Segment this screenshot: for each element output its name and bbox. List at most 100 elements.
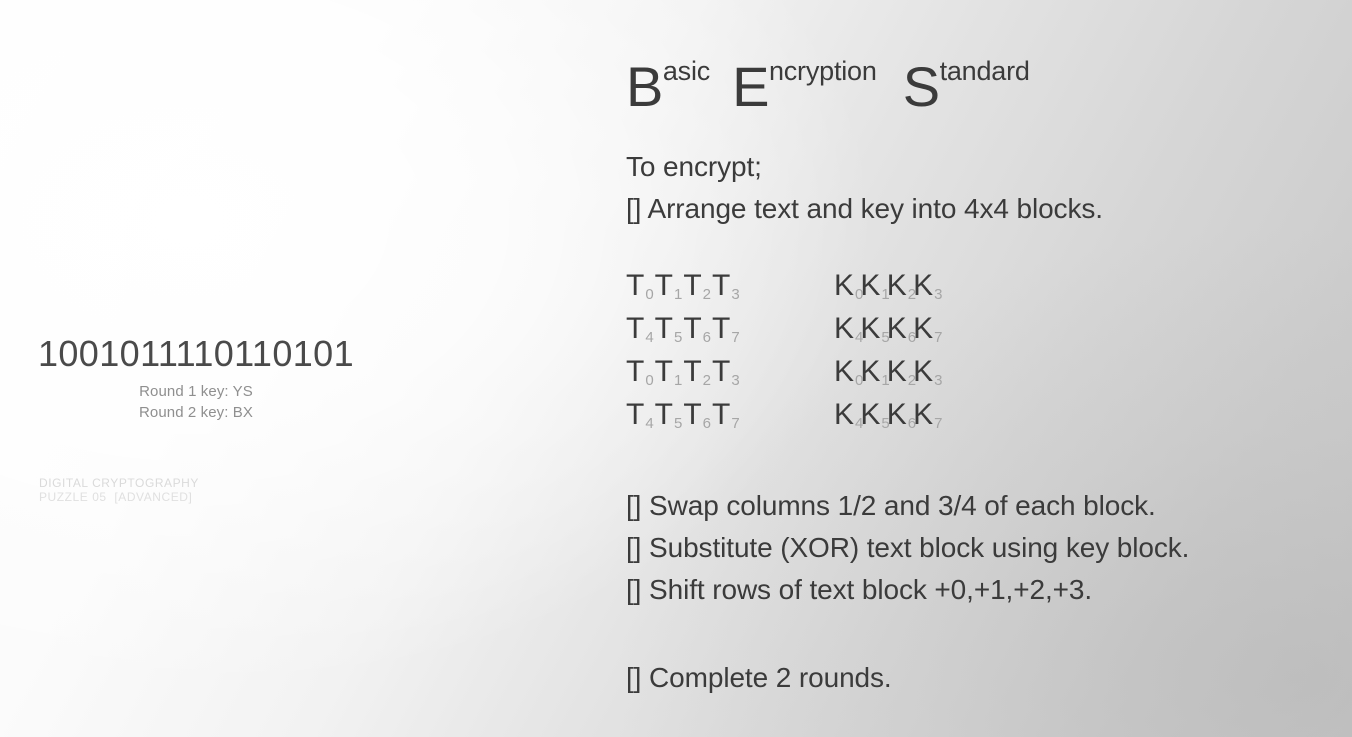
- text-block-cell: T5: [654, 311, 683, 352]
- footer-series-label: DIGITAL CRYPTOGRAPHY: [39, 476, 199, 490]
- text-block-symbol: T: [683, 398, 702, 431]
- text-block-symbol: T: [654, 269, 673, 302]
- text-block-subscript: 5: [674, 415, 683, 432]
- text-block-symbol: T: [683, 312, 702, 345]
- key-block-subscript: 5: [881, 415, 890, 432]
- cipher-text-value: 1001011110110101: [37, 333, 355, 374]
- key-block-symbol: K: [860, 312, 881, 345]
- cipher-panel: 1001011110110101 Round 1 key: YS Round 2…: [0, 335, 600, 423]
- text-block-cell: T4: [626, 397, 654, 438]
- key-block-cell: K1: [860, 354, 890, 395]
- title-suffix-ncryption: ncryption: [768, 56, 877, 87]
- key-block-cell: K5: [860, 311, 890, 352]
- key-block-symbol: K: [913, 269, 934, 302]
- key-block-cell: K7: [913, 397, 943, 438]
- text-block-subscript: 2: [702, 372, 712, 389]
- key-block-cell: K3: [913, 354, 942, 395]
- round-keys-list: Round 1 key: YS Round 2 key: BX: [0, 381, 600, 424]
- key-block-row: K4 K5 K6 K7: [834, 311, 1034, 352]
- key-block-row: K0 K1 K2 K3: [834, 354, 1034, 395]
- key-block-subscript: 6: [907, 329, 917, 346]
- key-block-cell: K5: [860, 397, 890, 438]
- text-block-subscript: 3: [731, 372, 740, 389]
- text-block-cell: T1: [654, 354, 683, 395]
- text-block-cell: T0: [626, 354, 654, 395]
- key-block-symbol: K: [860, 398, 881, 431]
- text-block-symbol: T: [654, 398, 673, 431]
- slide-stage: 1001011110110101 Round 1 key: YS Round 2…: [0, 0, 1352, 737]
- instructions-panel: Basic Encryption Standard To encrypt; [] A…: [626, 0, 1352, 737]
- key-block-subscript: 1: [881, 372, 890, 389]
- text-block-subscript: 0: [645, 372, 654, 389]
- text-block-symbol: T: [712, 269, 731, 302]
- key-block-subscript: 5: [881, 329, 890, 346]
- text-block-symbol: T: [626, 398, 645, 431]
- key-block-subscript: 3: [934, 286, 943, 303]
- text-block-symbol: T: [712, 398, 731, 431]
- block-diagram-row: T4 T5 T6 T7 K4 K5 K6 K7: [626, 311, 1034, 354]
- instruction-swap-columns: [] Swap columns 1/2 and 3/4 of each bloc…: [626, 490, 1156, 521]
- key-block-symbol: K: [860, 355, 881, 388]
- key-block-symbol: K: [860, 269, 881, 302]
- key-block-symbol: K: [834, 312, 855, 345]
- puzzle-footer: DIGITAL CRYPTOGRAPHY PUZZLE 05 [ADVANCED…: [39, 476, 199, 504]
- text-block-symbol: T: [654, 312, 673, 345]
- key-block-subscript: 2: [907, 372, 917, 389]
- text-block-cell: T6: [683, 397, 712, 438]
- text-block-symbol: T: [683, 269, 702, 302]
- text-block-subscript: 1: [674, 372, 683, 389]
- key-block-subscript: 6: [907, 415, 917, 432]
- block-diagram-row: T0 T1 T2 T3 K0 K1 K2 K3: [626, 354, 1034, 397]
- instruction-shift-rows: [] Shift rows of text block +0,+1,+2,+3.: [626, 574, 1093, 605]
- text-block-symbol: T: [683, 355, 702, 388]
- title-initial-e: E: [732, 55, 769, 119]
- key-block-cell: K2: [887, 354, 917, 395]
- text-block-subscript: 6: [702, 329, 712, 346]
- title-initial-b: B: [626, 55, 663, 119]
- title-suffix-tandard: tandard: [939, 56, 1030, 87]
- key-block-subscript: 0: [855, 372, 864, 389]
- title-word-standard: Standard: [903, 57, 1030, 117]
- text-block-cell: T3: [712, 354, 740, 395]
- key-block-subscript: 2: [907, 286, 917, 303]
- text-block-symbol: T: [626, 269, 645, 302]
- key-block-subscript: 7: [934, 415, 943, 432]
- title-word-basic: Basic: [626, 57, 710, 117]
- text-block-cell: T2: [683, 354, 712, 395]
- key-block-subscript: 7: [934, 329, 943, 346]
- instruction-complete-rounds: [] Complete 2 rounds.: [626, 662, 892, 693]
- text-block-cell: T4: [626, 311, 654, 352]
- key-block-row: K0 K1 K2 K3: [834, 268, 1034, 309]
- instruction-substitute-xor: [] Substitute (XOR) text block using key…: [626, 532, 1190, 563]
- text-block-subscript: 6: [702, 415, 712, 432]
- text-block-subscript: 7: [731, 415, 740, 432]
- text-block-cell: T2: [683, 268, 712, 309]
- key-block-subscript: 0: [855, 286, 864, 303]
- key-block-symbol: K: [913, 398, 934, 431]
- instruction-intro: To encrypt;: [626, 151, 762, 182]
- round-key-1: Round 1 key: YS: [139, 382, 253, 400]
- text-block-row: T4 T5 T6 T7: [626, 397, 826, 438]
- text-block-symbol: T: [626, 312, 645, 345]
- key-block-cell: K3: [913, 268, 943, 309]
- title-word-encryption: Encryption: [732, 57, 877, 117]
- key-block-symbol: K: [834, 355, 855, 388]
- text-block-cell: T7: [712, 397, 740, 438]
- text-block-subscript: 1: [674, 286, 683, 303]
- footer-puzzle-label: PUZZLE 05 [ADVANCED]: [39, 490, 193, 505]
- key-block-symbol: K: [834, 269, 855, 302]
- key-block-cell: K0: [834, 268, 864, 309]
- key-block-cell: K7: [913, 311, 943, 352]
- key-block-cell: K1: [860, 268, 889, 309]
- text-block-symbol: T: [626, 355, 645, 388]
- text-block-subscript: 7: [731, 329, 740, 346]
- block-diagram: T0 T1 T2 T3 K0 K1 K2 K3 T4 T5 T6 T7 K4 K5 K6 K7 T0 T1 T2 T3…: [626, 268, 1034, 440]
- key-block-cell: K6: [887, 311, 917, 352]
- round-key-2: Round 2 key: BX: [138, 404, 254, 422]
- text-block-cell: T6: [683, 311, 712, 352]
- key-block-cell: K6: [887, 397, 917, 438]
- text-block-symbol: T: [654, 355, 673, 388]
- key-block-cell: K2: [887, 268, 917, 309]
- text-block-row: T4 T5 T6 T7: [626, 311, 826, 352]
- text-block-subscript: 2: [702, 286, 712, 303]
